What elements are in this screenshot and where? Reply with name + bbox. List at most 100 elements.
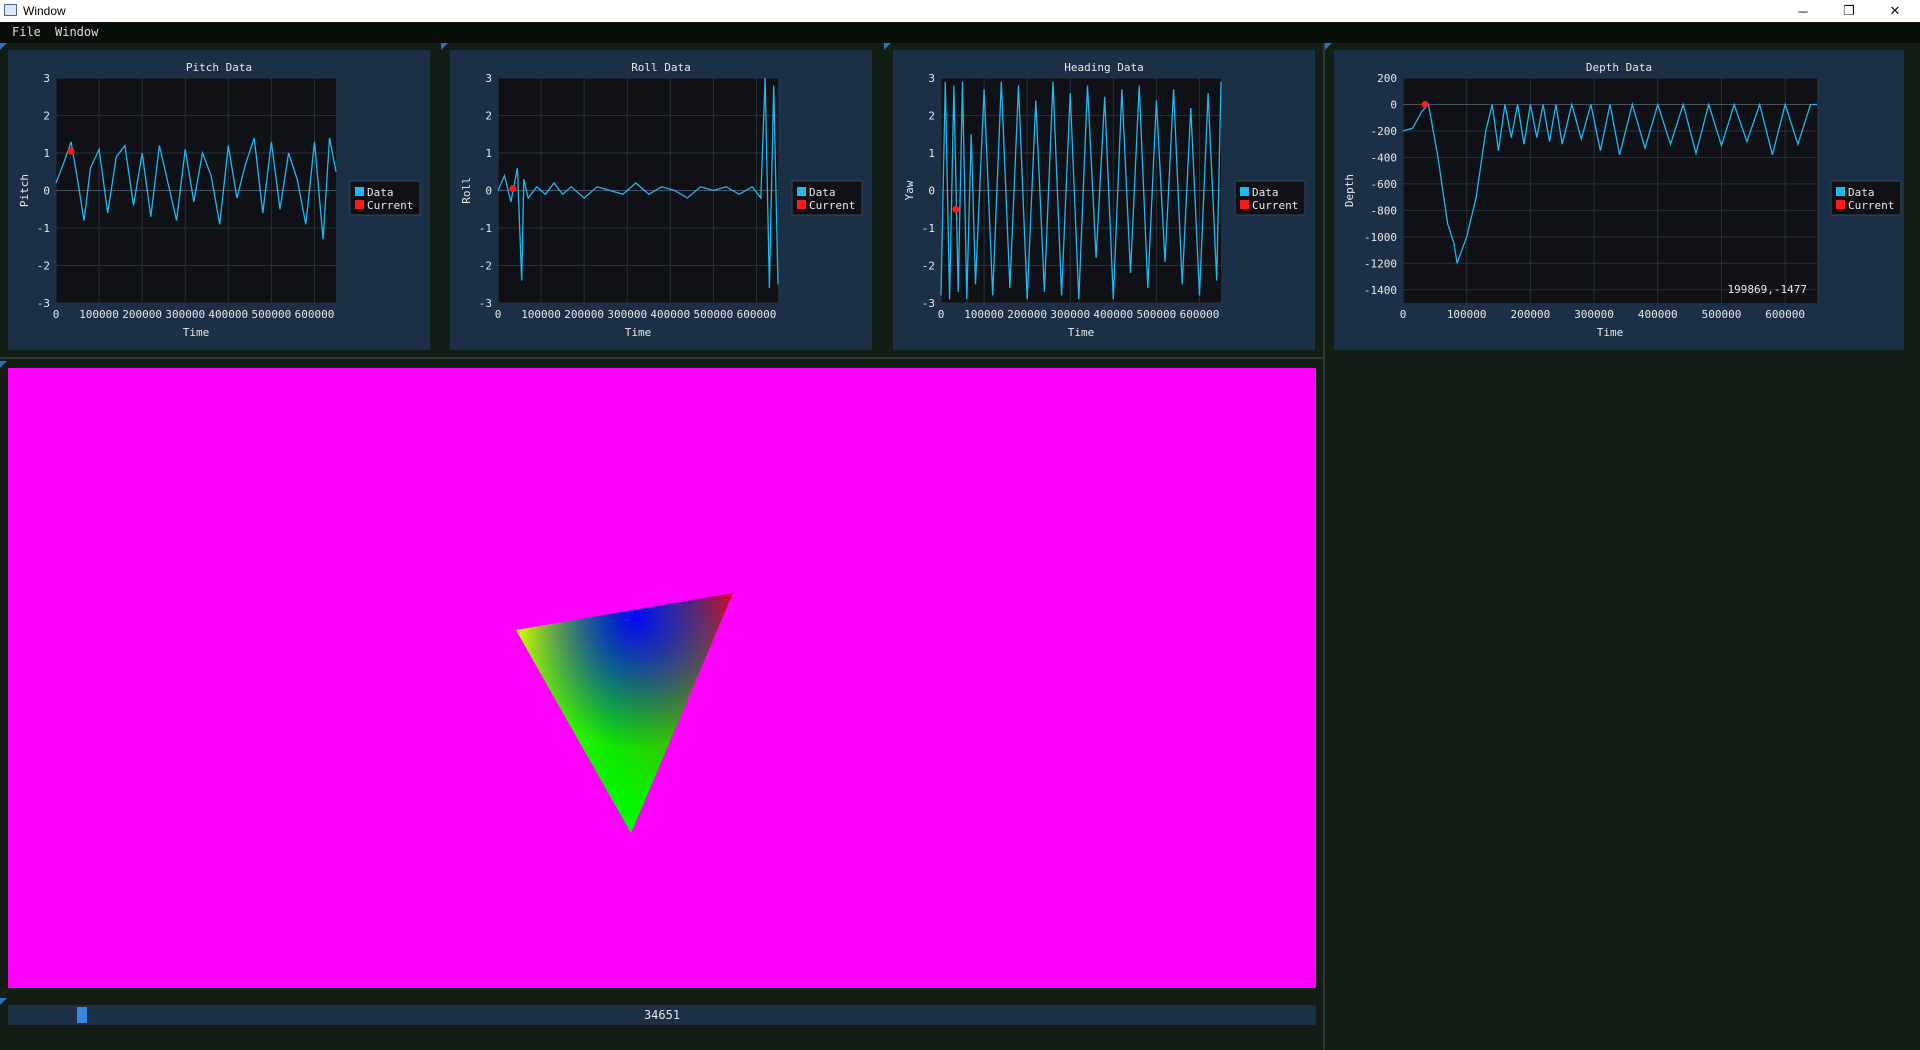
pitch-y-tick-label: 0 xyxy=(43,185,50,198)
roll-y-tick-label: -3 xyxy=(479,297,492,310)
heading-y-tick-label: 3 xyxy=(928,72,935,85)
pitch-chart-title: Pitch Data xyxy=(186,61,252,74)
pitch-x-tick-label: 300000 xyxy=(165,308,205,321)
heading-y-tick-label: 2 xyxy=(928,110,935,123)
pitch-y-tick-label: 2 xyxy=(43,110,50,123)
roll-y-tick-label: -2 xyxy=(479,260,492,273)
heading-legend-current-swatch xyxy=(1240,200,1249,209)
roll-x-tick-label: 500000 xyxy=(694,308,734,321)
roll-legend-current-swatch xyxy=(797,200,806,209)
roll-x-tick-label: 0 xyxy=(495,308,502,321)
roll-legend-current-label: Current xyxy=(809,199,855,212)
heading-x-tick-label: 300000 xyxy=(1050,308,1090,321)
heading-x-tick-label: 0 xyxy=(938,308,945,321)
depth-current-marker xyxy=(1421,100,1429,108)
pitch-legend-data-swatch xyxy=(355,187,364,196)
heading-legend-data-swatch xyxy=(1240,187,1249,196)
pitch-x-tick-label: 200000 xyxy=(122,308,162,321)
heading-y-tick-label: -1 xyxy=(922,222,935,235)
roll-x-tick-label: 400000 xyxy=(650,308,690,321)
roll-y-tick-label: 0 xyxy=(485,185,492,198)
roll-y-tick-label: 1 xyxy=(485,147,492,160)
panel-resize-corner[interactable] xyxy=(0,998,7,1005)
heading-x-tick-label: 600000 xyxy=(1180,308,1220,321)
heading-x-tick-label: 100000 xyxy=(964,308,1004,321)
heading-y-axis-label: Yaw xyxy=(903,180,916,200)
depth-y-tick-label: -800 xyxy=(1371,204,1398,217)
roll-x-tick-label: 200000 xyxy=(564,308,604,321)
timeline-slider[interactable]: 34651 xyxy=(8,1005,1316,1025)
depth-y-tick-label: -400 xyxy=(1371,151,1398,164)
pitch-legend-current-label: Current xyxy=(367,199,413,212)
depth-y-tick-label: -1200 xyxy=(1364,257,1397,270)
pitch-y-tick-label: -2 xyxy=(37,260,50,273)
pitch-x-tick-label: 400000 xyxy=(208,308,248,321)
rendered-triangle xyxy=(516,593,733,833)
depth-x-tick-label: 200000 xyxy=(1511,308,1551,321)
pitch-x-tick-label: 600000 xyxy=(295,308,335,321)
depth-x-tick-label: 400000 xyxy=(1638,308,1678,321)
pitch-x-tick-label: 100000 xyxy=(79,308,119,321)
roll-y-axis-label: Roll xyxy=(460,177,473,204)
depth-x-tick-label: 100000 xyxy=(1447,308,1487,321)
pitch-legend-current-swatch xyxy=(355,200,364,209)
heading-current-marker xyxy=(952,205,960,213)
panel-resize-corner[interactable] xyxy=(0,361,7,368)
heading-x-tick-label: 200000 xyxy=(1007,308,1047,321)
depth-y-axis-label: Depth xyxy=(1343,174,1356,207)
depth-legend-current-swatch xyxy=(1836,200,1845,209)
slider-value: 34651 xyxy=(643,1008,681,1022)
pitch-y-tick-label: 1 xyxy=(43,147,50,160)
depth-legend-data-swatch xyxy=(1836,187,1845,196)
depth-y-tick-label: 200 xyxy=(1377,72,1397,85)
heading-y-tick-label: 0 xyxy=(928,185,935,198)
pitch-y-tick-label: 3 xyxy=(43,72,50,85)
depth-x-tick-label: 300000 xyxy=(1574,308,1614,321)
heading-x-tick-label: 500000 xyxy=(1137,308,1177,321)
pitch-legend-data-label: Data xyxy=(367,186,394,199)
vertical-divider[interactable] xyxy=(1323,43,1325,1050)
pitch-x-tick-label: 500000 xyxy=(252,308,292,321)
horizontal-divider[interactable] xyxy=(0,357,1323,359)
roll-legend-data-swatch xyxy=(797,187,806,196)
pitch-current-marker xyxy=(67,147,75,155)
heading-y-tick-label: -2 xyxy=(922,260,935,273)
depth-x-axis-label: Time xyxy=(1597,326,1624,339)
roll-chart-title: Roll Data xyxy=(631,61,691,74)
depth-y-tick-label: -1400 xyxy=(1364,284,1397,297)
pitch-y-tick-label: -1 xyxy=(37,222,50,235)
heading-legend-current-label: Current xyxy=(1252,199,1298,212)
depth-y-tick-label: -200 xyxy=(1371,125,1398,138)
depth-x-tick-label: 500000 xyxy=(1702,308,1742,321)
roll-x-tick-label: 300000 xyxy=(607,308,647,321)
heading-x-axis-label: Time xyxy=(1068,326,1095,339)
render-viewport[interactable] xyxy=(8,368,1316,988)
depth-y-tick-label: -1000 xyxy=(1364,231,1397,244)
pitch-y-tick-label: -3 xyxy=(37,297,50,310)
depth-y-tick-label: 0 xyxy=(1390,98,1397,111)
pitch-x-tick-label: 0 xyxy=(53,308,60,321)
depth-chart-title: Depth Data xyxy=(1586,61,1652,74)
depth-y-tick-label: -600 xyxy=(1371,178,1398,191)
depth-plot-area xyxy=(1403,78,1817,303)
depth-x-tick-label: 600000 xyxy=(1765,308,1805,321)
roll-legend-data-label: Data xyxy=(809,186,836,199)
pitch-x-axis-label: Time xyxy=(183,326,210,339)
heading-legend-data-label: Data xyxy=(1252,186,1279,199)
depth-legend-current-label: Current xyxy=(1848,199,1894,212)
roll-current-marker xyxy=(509,185,517,193)
heading-y-tick-label: 1 xyxy=(928,147,935,160)
heading-chart-title: Heading Data xyxy=(1064,61,1143,74)
depth-legend-data-label: Data xyxy=(1848,186,1875,199)
heading-y-tick-label: -3 xyxy=(922,297,935,310)
roll-x-axis-label: Time xyxy=(625,326,652,339)
heading-x-tick-label: 400000 xyxy=(1093,308,1133,321)
roll-x-tick-label: 100000 xyxy=(521,308,561,321)
roll-y-tick-label: 2 xyxy=(485,110,492,123)
pitch-y-axis-label: Pitch xyxy=(18,174,31,207)
roll-y-tick-label: -1 xyxy=(479,222,492,235)
roll-x-tick-label: 600000 xyxy=(737,308,777,321)
depth-x-tick-label: 0 xyxy=(1400,308,1407,321)
roll-y-tick-label: 3 xyxy=(485,72,492,85)
depth-hover-readout: 199869,-1477 xyxy=(1728,283,1807,296)
